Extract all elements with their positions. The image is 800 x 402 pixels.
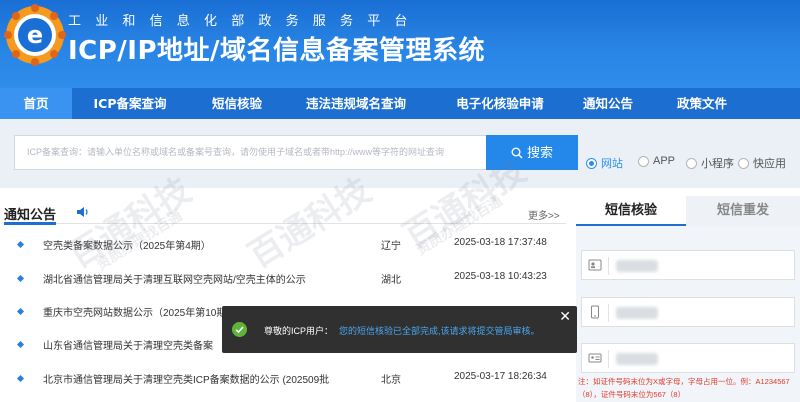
speaker-icon <box>77 207 88 217</box>
search-icon <box>511 147 523 159</box>
toast-lead: 尊敬的ICP用户： <box>264 326 334 336</box>
tab-sms-verify[interactable]: 短信核验 <box>576 196 686 226</box>
radio-dot <box>738 157 749 169</box>
bullet-icon <box>16 374 25 383</box>
notice-row[interactable]: 湖北省通信管理局关于清理互联网空壳网站/空壳主体的公示 湖北 2025-03-1… <box>0 271 570 291</box>
field-separator <box>608 350 609 368</box>
ministry-name: 工业和信息化部政务服务平台 <box>68 14 422 29</box>
notice-datetime: 2025-03-17 18:26:34 <box>454 371 547 382</box>
nav-icp-query[interactable]: ICP备案查询 <box>80 88 180 119</box>
bullet-icon <box>16 240 25 249</box>
search-button[interactable]: 搜索 <box>486 135 578 170</box>
bullet-icon <box>16 274 25 283</box>
nav-policies[interactable]: 政策文件 <box>664 88 740 119</box>
radio-miniprogram[interactable]: 小程序 <box>686 155 734 171</box>
id-card-field[interactable] <box>581 343 795 373</box>
success-toast: 尊敬的ICP用户： 您的短信核验已全部完成,该请求将提交管局审核。 ✕ <box>222 306 577 353</box>
nav-e-verify-apply[interactable]: 电子化核验申请 <box>440 88 560 119</box>
search-section: ICP备案查询：请输入单位名称或域名或备案号查询，请勿使用子域名或者带http:… <box>0 119 800 188</box>
bullet-icon <box>16 307 25 316</box>
masked-value <box>616 307 658 319</box>
notice-title-underline <box>4 222 56 225</box>
search-button-label: 搜索 <box>526 145 553 160</box>
system-title: ICP/IP地址/域名信息备案管理系统 <box>68 36 486 66</box>
bullet-icon <box>16 340 25 349</box>
search-input[interactable]: ICP备案查询：请输入单位名称或域名或备案号查询，请勿使用子域名或者带http:… <box>14 135 486 170</box>
toast-body: 您的短信核验已全部完成,该请求将提交管局审核。 <box>339 326 540 336</box>
nav-notices[interactable]: 通知公告 <box>572 88 644 119</box>
notice-text[interactable]: 空壳类备案数据公示（2025年第4期） <box>43 237 211 252</box>
notice-row[interactable]: 北京市通信管理局关于清理空壳类ICP备案数据的公示 (202509批 北京 20… <box>0 371 570 391</box>
notice-title: 通知公告 <box>4 208 57 223</box>
field-separator <box>608 304 609 322</box>
notice-text[interactable]: 山东省通信管理局关于清理空壳类备案 <box>43 337 213 352</box>
toast-message: 尊敬的ICP用户： 您的短信核验已全部完成,该请求将提交管局审核。 <box>264 324 540 337</box>
phone-field[interactable] <box>581 297 795 327</box>
tab-sms-resend[interactable]: 短信重发 <box>686 196 800 226</box>
tab-underline <box>576 224 686 226</box>
main-nav: 首页 ICP备案查询 短信核验 违法违规域名查询 电子化核验申请 通知公告 政策… <box>0 88 800 119</box>
radio-app[interactable]: APP <box>638 155 675 167</box>
nav-illegal-domain[interactable]: 违法违规域名查询 <box>294 88 418 119</box>
radio-quickapp[interactable]: 快应用 <box>738 155 786 171</box>
notice-text[interactable]: 北京市通信管理局关于清理空壳类ICP备案数据的公示 (202509批 <box>43 371 329 386</box>
masked-value <box>616 260 658 272</box>
miit-logo-icon[interactable]: e <box>4 4 66 66</box>
success-check-icon <box>232 322 247 337</box>
radio-dot <box>638 155 649 167</box>
radio-website[interactable]: 网站 <box>586 155 623 171</box>
nav-home[interactable]: 首页 <box>0 88 72 119</box>
field-separator <box>608 257 609 275</box>
close-icon[interactable]: ✕ <box>559 308 571 325</box>
notice-region: 湖北 <box>381 275 401 286</box>
id-number-hint: 注：如证件号码末位为X或字母，字母占用一位。例：A1234567（8），证件号码… <box>578 377 790 399</box>
notice-datetime: 2025-03-18 10:43:23 <box>454 271 547 282</box>
notice-region: 北京 <box>381 375 401 386</box>
svg-text:e: e <box>27 21 43 49</box>
nav-sms-verify[interactable]: 短信核验 <box>198 88 276 119</box>
id-card-icon <box>588 353 602 363</box>
radio-dot <box>586 157 597 169</box>
notice-divider <box>4 223 566 224</box>
notice-row[interactable]: 空壳类备案数据公示（2025年第4期） 辽宁 2025-03-18 17:37:… <box>0 237 570 257</box>
more-link[interactable]: 更多>> <box>528 207 560 222</box>
phone-icon <box>591 305 599 319</box>
site-header: e 工业和信息化部政务服务平台 ICP/IP地址/域名信息备案管理系统 <box>0 0 800 88</box>
notice-text[interactable]: 湖北省通信管理局关于清理互联网空壳网站/空壳主体的公示 <box>43 271 306 286</box>
notice-region: 辽宁 <box>381 241 401 252</box>
user-card-icon <box>588 259 602 271</box>
masked-value <box>616 353 658 365</box>
radio-dot <box>686 157 697 169</box>
notice-datetime: 2025-03-18 17:37:48 <box>454 237 547 248</box>
name-field[interactable] <box>581 250 795 280</box>
notice-text[interactable]: 重庆市空壳网站数据公示（2025年第10期 <box>43 304 226 319</box>
